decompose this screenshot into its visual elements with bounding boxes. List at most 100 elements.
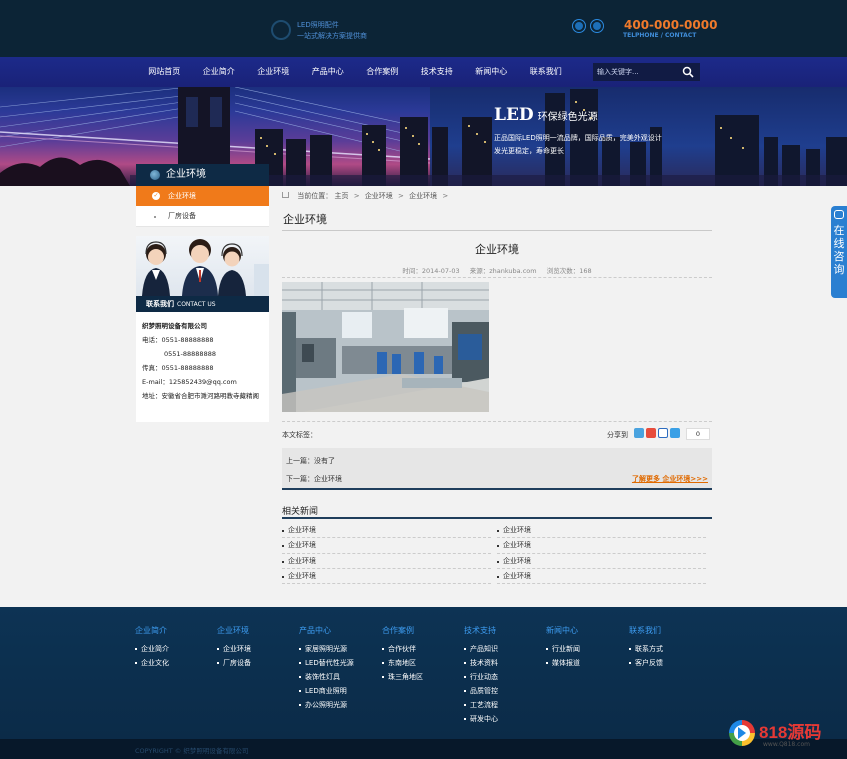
article-title: 企业环境 bbox=[475, 243, 519, 256]
nav-item-cases[interactable]: 合作案例 bbox=[355, 57, 410, 87]
footer-column-title[interactable]: 新闻中心 bbox=[546, 625, 626, 636]
meta-views: 浏览次数：168 bbox=[546, 267, 592, 275]
bullet-icon bbox=[154, 216, 156, 218]
weibo-icon[interactable] bbox=[591, 20, 603, 32]
qzone-icon[interactable] bbox=[634, 428, 644, 438]
footer-column-title[interactable]: 技术支持 bbox=[464, 625, 544, 636]
qq-icon[interactable] bbox=[573, 20, 585, 32]
breadcrumb-prefix: 当前位置： bbox=[297, 192, 333, 200]
next-article-link[interactable]: 下一篇：企业环境 bbox=[286, 474, 342, 484]
footer-column-news: 新闻中心 行业新闻 媒体报道 bbox=[546, 625, 626, 670]
copyright-bar: COPYRIGHT © 织梦照明设备有限公司 bbox=[0, 739, 847, 759]
sidebar-item-equipment[interactable]: 厂房设备 bbox=[136, 206, 269, 227]
footer-link[interactable]: 行业动态 bbox=[464, 670, 544, 684]
copyright-text: COPYRIGHT © 织梦照明设备有限公司 bbox=[135, 747, 249, 755]
logo-line1: LED照明配件 bbox=[297, 21, 339, 29]
related-news-list: 企业环境 企业环境 企业环境 企业环境 企业环境 企业环境 企业环境 企业环境 bbox=[282, 523, 712, 585]
contact-info: 织梦照明设备有限公司 电话：0551-88888888 0551-8888888… bbox=[136, 312, 269, 422]
footer-link[interactable]: 行业新闻 bbox=[546, 642, 626, 656]
list-item[interactable]: 企业环境 bbox=[497, 569, 706, 585]
footer-link[interactable]: 研发中心 bbox=[464, 712, 544, 726]
list-item[interactable]: 企业环境 bbox=[497, 523, 706, 539]
footer-link[interactable]: 企业简介 bbox=[135, 642, 215, 656]
nav-item-products[interactable]: 产品中心 bbox=[301, 57, 356, 87]
footer-column-support: 技术支持 产品知识 技术资料 行业动态 品质管控 工艺流程 研发中心 bbox=[464, 625, 544, 726]
list-item[interactable]: 企业环境 bbox=[497, 538, 706, 554]
footer-column-about: 企业简介 企业简介 企业文化 bbox=[135, 625, 215, 670]
list-item[interactable]: 企业环境 bbox=[282, 538, 491, 554]
footer-link[interactable]: 珠三角地区 bbox=[382, 670, 462, 684]
phone-number: 400-000-0000 bbox=[624, 18, 718, 32]
footer-column-cases: 合作案例 合作伙伴 东南地区 珠三角地区 bbox=[382, 625, 462, 684]
related-news-title: 相关新闻 bbox=[282, 507, 319, 517]
nav-item-home[interactable]: 网站首页 bbox=[137, 57, 192, 87]
breadcrumb-link-category[interactable]: 企业环境 bbox=[365, 192, 393, 200]
meta-source: 来源：zhankuba.com bbox=[469, 267, 537, 275]
search-icon[interactable] bbox=[682, 66, 694, 78]
footer-link[interactable]: 办公照明光源 bbox=[299, 698, 379, 712]
nav-item-news[interactable]: 新闻中心 bbox=[464, 57, 519, 87]
company-name: 织梦照明设备有限公司 bbox=[142, 322, 207, 330]
sidebar-item-label: 企业环境 bbox=[168, 192, 196, 200]
footer-link[interactable]: 企业文化 bbox=[135, 656, 215, 670]
footer-link[interactable]: 品质管控 bbox=[464, 684, 544, 698]
search-input[interactable] bbox=[593, 63, 679, 81]
banner: LED 环保绿色光源 正品国际LED照明一流品牌，国际品质，完美外观设计 发光更稳… bbox=[0, 87, 847, 186]
list-item[interactable]: 企业环境 bbox=[282, 554, 491, 569]
sidebar-item-label: 厂房设备 bbox=[168, 212, 196, 220]
nav-item-about[interactable]: 企业简介 bbox=[192, 57, 247, 87]
nav-item-contact[interactable]: 联系我们 bbox=[519, 57, 574, 87]
more-link[interactable]: 了解更多 企业环境>>> bbox=[632, 474, 708, 484]
contact-fax: 传真：0551-88888888 bbox=[142, 364, 214, 372]
weibo-share-icon[interactable] bbox=[646, 428, 656, 438]
footer-link[interactable]: 媒体报道 bbox=[546, 656, 626, 670]
footer-link[interactable]: 东南地区 bbox=[382, 656, 462, 670]
footer-link[interactable]: 产品知识 bbox=[464, 642, 544, 656]
nav-item-support[interactable]: 技术支持 bbox=[410, 57, 465, 87]
footer-link[interactable]: 工艺流程 bbox=[464, 698, 544, 712]
footer-link[interactable]: 家居照明光源 bbox=[299, 642, 379, 656]
footer-link[interactable]: 合作伙伴 bbox=[382, 642, 462, 656]
banner-skyline-image bbox=[0, 87, 847, 186]
footer-link[interactable]: 客户反馈 bbox=[629, 656, 709, 670]
logo[interactable]: LED照明配件 一站式解决方案提供商 bbox=[271, 18, 391, 44]
contact-address: 地址：安徽省合肥市濉河路明教寺藏精阁 bbox=[142, 392, 259, 400]
list-item[interactable]: 企业环境 bbox=[282, 523, 491, 539]
footer-link[interactable]: 厂房设备 bbox=[217, 656, 297, 670]
footer-column-products: 产品中心 家居照明光源 LED替代性光源 装饰性灯具 LED商业照明 办公照明光… bbox=[299, 625, 379, 712]
divider bbox=[282, 421, 712, 422]
contact-title: 联系我们 CONTACT US bbox=[136, 296, 269, 312]
sidebar-item-environment[interactable]: ✓ 企业环境 bbox=[136, 186, 269, 206]
list-item[interactable]: 企业环境 bbox=[282, 569, 491, 585]
contact-email: E-mail：125852439@qq.com bbox=[142, 378, 237, 386]
main-nav: 网站首页 企业简介 企业环境 产品中心 合作案例 技术支持 新闻中心 联系我们 bbox=[0, 57, 847, 87]
footer-link[interactable]: 技术资料 bbox=[464, 656, 544, 670]
meta-time: 时间：2014-07-03 bbox=[402, 267, 460, 275]
footer-column-title[interactable]: 企业环境 bbox=[217, 625, 297, 636]
globe-icon bbox=[150, 170, 160, 180]
divider bbox=[282, 230, 712, 231]
footer-link[interactable]: LED商业照明 bbox=[299, 684, 379, 698]
breadcrumb-link-home[interactable]: 主页 bbox=[334, 192, 348, 200]
chat-icon bbox=[834, 210, 844, 219]
share-label: 分享到 bbox=[607, 431, 628, 439]
baidu-icon[interactable] bbox=[658, 428, 668, 438]
article-tags: 本文标签： bbox=[282, 431, 317, 439]
online-consult-button[interactable]: 在线咨询 bbox=[831, 206, 847, 298]
watermark-brand: 818源码 bbox=[759, 723, 822, 742]
nav-item-environment[interactable]: 企业环境 bbox=[246, 57, 301, 87]
footer-link[interactable]: 联系方式 bbox=[629, 642, 709, 656]
footer-link[interactable]: LED替代性光源 bbox=[299, 656, 379, 670]
list-item[interactable]: 企业环境 bbox=[497, 554, 706, 569]
footer-link[interactable]: 装饰性灯具 bbox=[299, 670, 379, 684]
breadcrumb: 当前位置： 主页 > 企业环境 > 企业环境 > bbox=[282, 191, 451, 201]
breadcrumb-link-current[interactable]: 企业环境 bbox=[409, 192, 437, 200]
tencent-weibo-icon[interactable] bbox=[670, 428, 680, 438]
footer-column-title[interactable]: 产品中心 bbox=[299, 625, 379, 636]
footer-column-title[interactable]: 合作案例 bbox=[382, 625, 462, 636]
footer-column-title[interactable]: 企业简介 bbox=[135, 625, 215, 636]
footer-column-title[interactable]: 联系我们 bbox=[629, 625, 709, 636]
footer-link[interactable]: 企业环境 bbox=[217, 642, 297, 656]
prev-article-link[interactable]: 上一篇：没有了 bbox=[286, 456, 335, 466]
contact-tel: 电话：0551-88888888 bbox=[142, 336, 214, 344]
